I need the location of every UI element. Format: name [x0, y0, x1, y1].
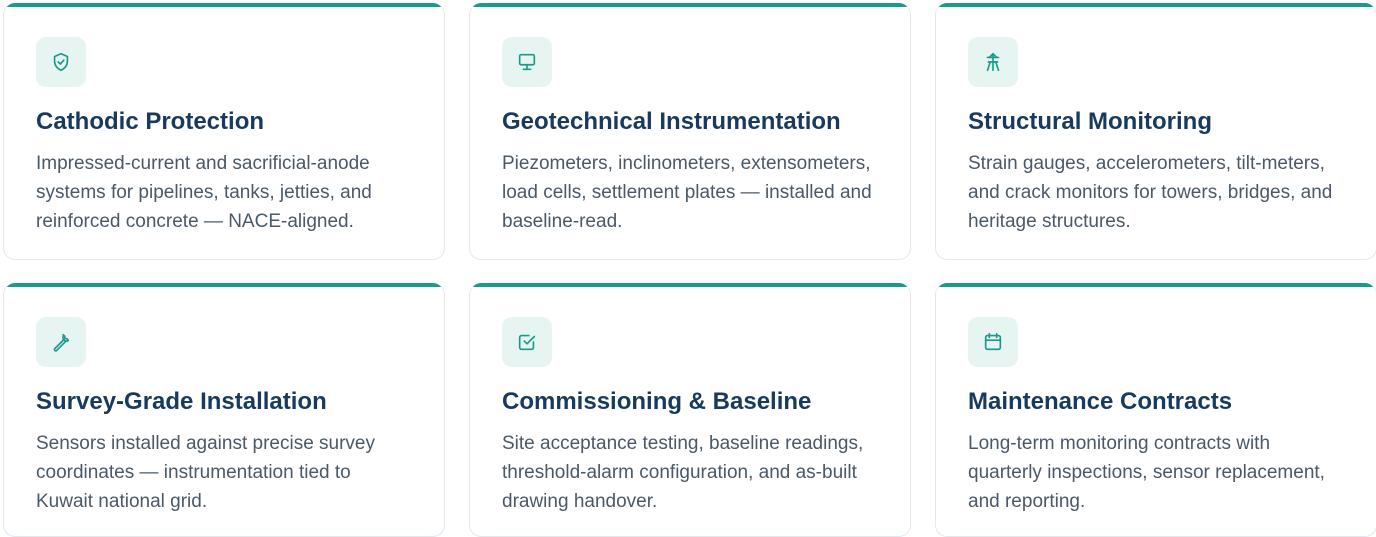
service-card-commissioning-baseline: Commissioning & Baseline Site acceptance… — [469, 283, 911, 537]
shield-check-icon — [36, 37, 86, 87]
card-description: Sensors installed against precise survey… — [36, 433, 376, 512]
checkbox-icon — [502, 317, 552, 367]
card-title: Survey-Grade Installation — [36, 388, 327, 415]
wrench-icon — [36, 317, 86, 367]
card-title: Structural Monitoring — [968, 108, 1212, 135]
service-card-survey-grade-installation: Survey-Grade Installation Sensors instal… — [3, 283, 445, 537]
monitor-icon — [502, 37, 552, 87]
calendar-icon — [968, 317, 1018, 367]
card-description: Strain gauges, accelerometers, tilt-mete… — [968, 153, 1333, 232]
card-title: Cathodic Protection — [36, 108, 265, 135]
card-description: Long-term monitoring contracts with quar… — [968, 433, 1325, 512]
card-description: Impressed-current and sacrificial-anode … — [36, 153, 372, 232]
card-description: Piezometers, inclinometers, extensometer… — [502, 153, 872, 232]
services-grid: Cathodic Protection Impressed-current an… — [0, 0, 1376, 537]
card-description: Site acceptance testing, baseline readin… — [502, 433, 864, 512]
card-title: Maintenance Contracts — [968, 388, 1233, 415]
card-title: Geotechnical Instrumentation — [502, 108, 841, 135]
card-title: Commissioning & Baseline — [502, 388, 812, 415]
service-card-maintenance-contracts: Maintenance Contracts Long-term monitori… — [935, 283, 1376, 537]
service-card-cathodic-protection: Cathodic Protection Impressed-current an… — [3, 3, 445, 260]
service-card-structural-monitoring: Structural Monitoring Strain gauges, acc… — [935, 3, 1376, 260]
transmission-tower-icon — [968, 37, 1018, 87]
service-card-geotechnical-instrumentation: Geotechnical Instrumentation Piezometers… — [469, 3, 911, 260]
